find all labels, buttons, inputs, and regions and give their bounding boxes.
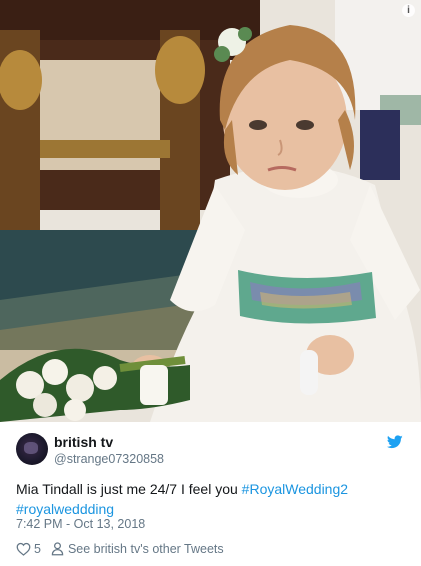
tweet-actions: 5 See british tv's other Tweets [16,542,224,556]
author-names[interactable]: british tv @strange07320858 [54,434,164,467]
info-icon[interactable]: i [402,4,415,17]
display-name[interactable]: british tv [54,434,164,451]
tweet-photo[interactable]: i [0,0,421,422]
twitter-bird-icon[interactable] [387,435,403,449]
heart-icon[interactable] [16,542,31,556]
tweet-text-body: Mia Tindall is just me 24/7 I feel you [16,481,242,497]
hashtag-link[interactable]: #royalweddding [16,501,114,517]
hashtag-link[interactable]: #RoyalWedding2 [242,481,348,497]
other-tweets-link[interactable]: See british tv's other Tweets [68,542,224,556]
tweet-timestamp[interactable]: 7:42 PM - Oct 13, 2018 [16,517,145,531]
tweet-header: british tv @strange07320858 [16,431,405,467]
avatar[interactable] [16,433,48,465]
tweet-card: i british tv @strange07320858 Mia Tindal… [0,0,421,566]
like-count[interactable]: 5 [34,542,41,556]
tweet-text: Mia Tindall is just me 24/7 I feel you #… [16,479,406,519]
person-icon [51,542,64,556]
handle[interactable]: @strange07320858 [54,451,164,467]
